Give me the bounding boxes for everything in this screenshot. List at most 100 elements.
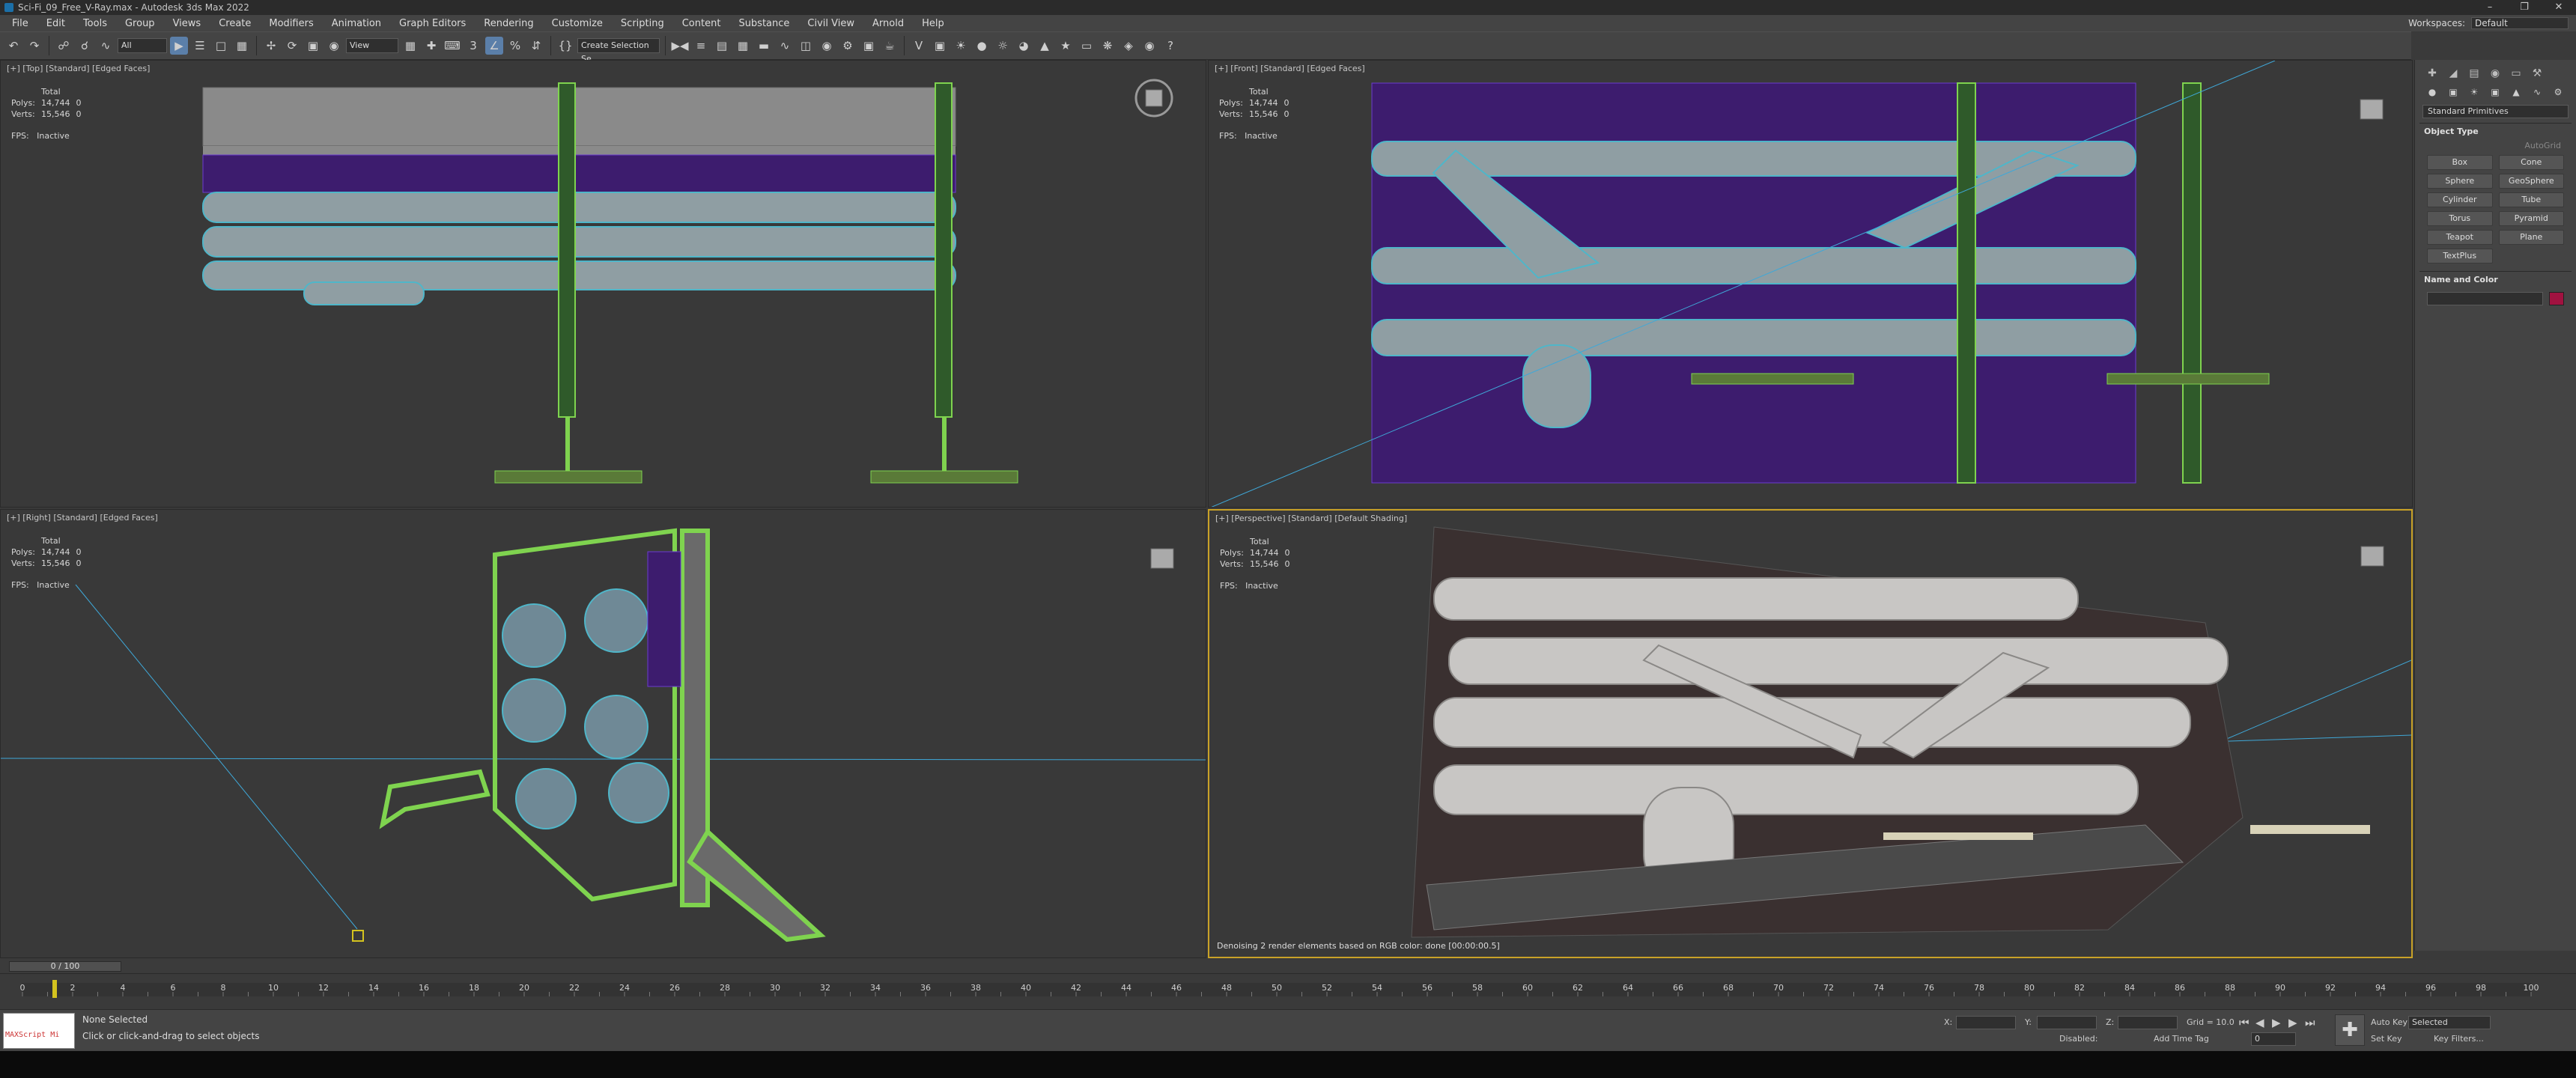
vray-frame-buffer-icon[interactable]: ▣ xyxy=(931,37,949,55)
time-slider-thumb[interactable]: 0 / 100 xyxy=(9,961,121,972)
redo-icon[interactable]: ↷ xyxy=(25,37,43,55)
key-mode-dropdown[interactable]: Selected xyxy=(2408,1016,2491,1029)
menu-tools[interactable]: Tools xyxy=(74,18,116,29)
geosphere-button[interactable]: GeoSphere xyxy=(2498,174,2564,189)
toggle-scene-explorer-icon[interactable]: ▤ xyxy=(713,37,731,55)
teapot-button[interactable]: Teapot xyxy=(2427,230,2493,245)
display-tab-icon[interactable]: ▭ xyxy=(2508,67,2524,79)
menu-views[interactable]: Views xyxy=(164,18,210,29)
key-filters-button[interactable]: Key Filters... xyxy=(2434,1034,2484,1044)
menu-animation[interactable]: Animation xyxy=(323,18,390,29)
render-production-icon[interactable]: ☕ xyxy=(881,37,899,55)
menu-graph-editors[interactable]: Graph Editors xyxy=(390,18,475,29)
unlink-icon[interactable]: ☌ xyxy=(76,37,94,55)
goto-start-icon[interactable]: ⏮ xyxy=(2239,1016,2250,1029)
tube-button[interactable]: Tube xyxy=(2498,192,2564,207)
spinner-snap-icon[interactable]: ⇵ xyxy=(527,37,545,55)
viewcube-icon[interactable] xyxy=(2351,89,2393,131)
spacewarps-icon[interactable]: ∿ xyxy=(2529,87,2545,97)
viewcube-icon[interactable] xyxy=(2352,536,2394,578)
menu-content[interactable]: Content xyxy=(673,18,730,29)
set-key-icon[interactable]: ✚ xyxy=(2335,1014,2365,1046)
scale-icon[interactable]: ▣ xyxy=(304,37,322,55)
vray-render-icon[interactable]: V xyxy=(910,37,928,55)
menu-edit[interactable]: Edit xyxy=(37,18,74,29)
cylinder-button[interactable]: Cylinder xyxy=(2427,192,2493,207)
select-object-icon[interactable]: ▶ xyxy=(170,37,188,55)
window-crossing-icon[interactable]: ▦ xyxy=(233,37,251,55)
menu-create[interactable]: Create xyxy=(210,18,260,29)
align-icon[interactable]: ≡ xyxy=(692,37,710,55)
torus-button[interactable]: Torus xyxy=(2427,211,2493,226)
pyramid-button[interactable]: Pyramid xyxy=(2498,211,2564,226)
track-bar[interactable]: 0 2 4 6 8 10 12 14 16 18 20 22 24 26 28 30 32 34 36 38 40 42 4… xyxy=(0,973,2576,1009)
angle-snap-icon[interactable]: ∠ xyxy=(485,37,503,55)
shapes-icon[interactable]: ▣ xyxy=(2445,87,2461,97)
select-by-name-icon[interactable]: ☰ xyxy=(191,37,209,55)
systems-icon[interactable]: ⚙ xyxy=(2550,87,2566,97)
object-type-header[interactable]: Object Type xyxy=(2419,123,2572,139)
viewport-label[interactable]: [+] [Top] [Standard] [Edged Faces] xyxy=(7,64,150,73)
textplus-button[interactable]: TextPlus xyxy=(2427,249,2493,264)
object-color-swatch[interactable] xyxy=(2549,292,2564,305)
schematic-view-icon[interactable]: ◫ xyxy=(797,37,815,55)
viewcube-icon[interactable] xyxy=(1142,538,1184,580)
sphere-button[interactable]: Sphere xyxy=(2427,174,2493,189)
viewcube-icon[interactable] xyxy=(1133,77,1175,119)
move-icon[interactable]: ✢ xyxy=(262,37,280,55)
next-frame-icon[interactable]: ▶ xyxy=(2288,1016,2297,1029)
autogrid-checkbox[interactable]: AutoGrid xyxy=(2419,139,2572,152)
viewport-top[interactable]: [+] [Top] [Standard] [Edged Faces] Total… xyxy=(0,60,1206,508)
vray-decal-icon[interactable]: ◈ xyxy=(1120,37,1137,55)
box-button[interactable]: Box xyxy=(2427,155,2493,170)
viewport-perspective[interactable]: [+] [Perspective] [Standard] [Default Sh… xyxy=(1208,509,2413,958)
y-coordinate-field[interactable] xyxy=(2037,1016,2097,1029)
plane-button[interactable]: Plane xyxy=(2498,230,2564,245)
toggle-layer-explorer-icon[interactable]: ▦ xyxy=(734,37,752,55)
close-button[interactable]: ✕ xyxy=(2542,0,2576,15)
primitive-category-dropdown[interactable]: Standard Primitives xyxy=(2422,105,2569,118)
select-manipulate-icon[interactable]: ✚ xyxy=(422,37,440,55)
vray-plane-icon[interactable]: ▭ xyxy=(1078,37,1096,55)
viewport-right[interactable]: [+] [Right] [Standard] [Edged Faces] Tot… xyxy=(0,509,1206,958)
menu-group[interactable]: Group xyxy=(116,18,164,29)
prev-frame-icon[interactable]: ◀ xyxy=(2255,1016,2264,1029)
viewport-label[interactable]: [+] [Front] [Standard] [Edged Faces] xyxy=(1215,64,1365,73)
bind-spacewarp-icon[interactable]: ∿ xyxy=(97,37,115,55)
menu-rendering[interactable]: Rendering xyxy=(475,18,542,29)
add-time-tag[interactable]: Add Time Tag xyxy=(2154,1034,2209,1044)
geometry-icon[interactable]: ● xyxy=(2424,87,2440,97)
render-setup-icon[interactable]: ⚙ xyxy=(839,37,857,55)
vray-toon-icon[interactable]: ◉ xyxy=(1140,37,1158,55)
vray-dome-icon[interactable]: ◕ xyxy=(1015,37,1033,55)
link-icon[interactable]: ☍ xyxy=(55,37,73,55)
helpers-icon[interactable]: ▲ xyxy=(2508,87,2524,97)
mirror-icon[interactable]: ▶◀ xyxy=(671,37,689,55)
undo-icon[interactable]: ↶ xyxy=(4,37,22,55)
object-name-field[interactable] xyxy=(2427,292,2543,305)
utilities-tab-icon[interactable]: ⚒ xyxy=(2529,67,2545,79)
percent-snap-icon[interactable]: % xyxy=(506,37,524,55)
named-selection-set-dropdown[interactable]: Create Selection Se xyxy=(577,38,660,64)
material-editor-icon[interactable]: ◉ xyxy=(818,37,836,55)
vray-fur-icon[interactable]: ❋ xyxy=(1099,37,1117,55)
goto-end-icon[interactable]: ⏭ xyxy=(2305,1016,2315,1029)
menu-arnold[interactable]: Arnold xyxy=(863,18,913,29)
time-slider[interactable]: 0 / 100 xyxy=(0,960,2576,973)
selection-filter-dropdown[interactable]: All xyxy=(118,38,167,53)
placement-icon[interactable]: ◉ xyxy=(325,37,343,55)
toggle-ribbon-icon[interactable]: ▬ xyxy=(755,37,773,55)
cameras-icon[interactable]: ▣ xyxy=(2487,87,2503,97)
cone-button[interactable]: Cone xyxy=(2498,155,2564,170)
menu-substance[interactable]: Substance xyxy=(729,18,798,29)
vray-light-icon[interactable]: ☀ xyxy=(952,37,970,55)
viewport-front[interactable]: [+] [Front] [Standard] [Edged Faces] Tot… xyxy=(1208,60,2413,508)
menu-help[interactable]: Help xyxy=(913,18,953,29)
x-coordinate-field[interactable] xyxy=(1956,1016,2016,1029)
vray-sun-icon[interactable]: ☼ xyxy=(994,37,1012,55)
auto-key-button[interactable]: Auto Key xyxy=(2371,1017,2408,1027)
minimize-button[interactable]: – xyxy=(2473,0,2507,15)
maxscript-listener[interactable]: MAXScript Mi xyxy=(3,1013,75,1049)
menu-civil-view[interactable]: Civil View xyxy=(798,18,863,29)
current-frame-field[interactable]: 0 xyxy=(2251,1032,2296,1046)
